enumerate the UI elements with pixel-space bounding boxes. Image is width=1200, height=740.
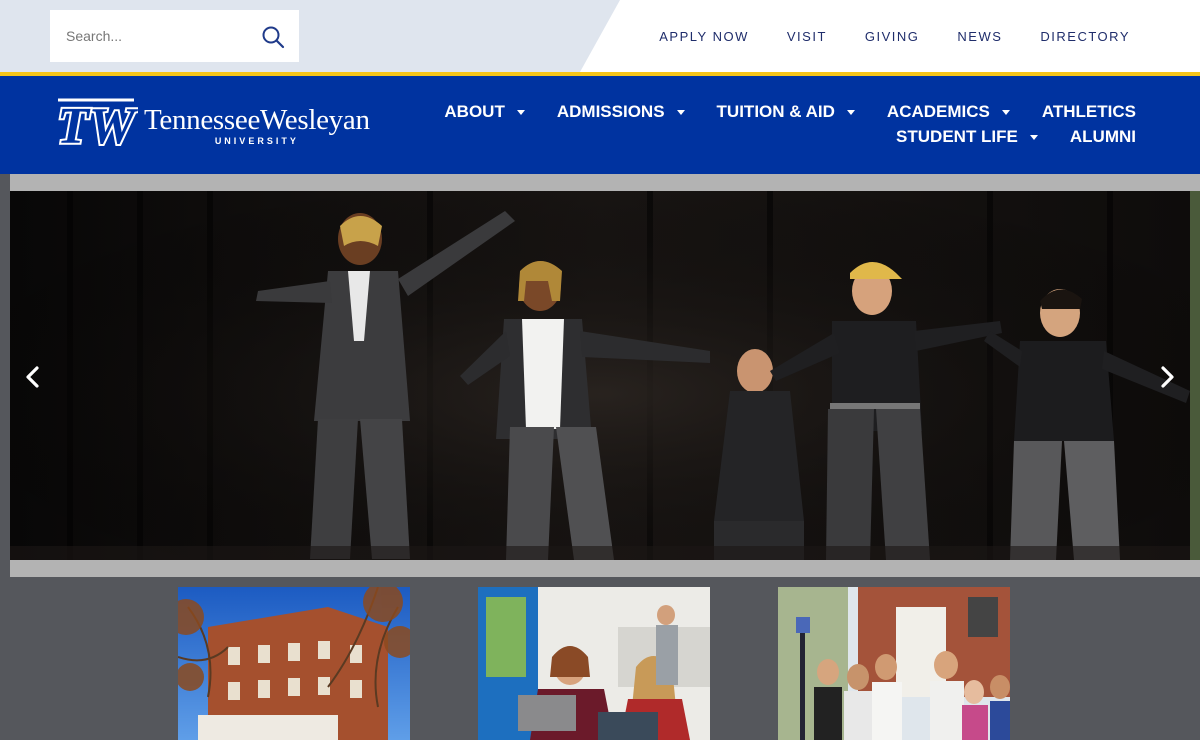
nav-tuition-aid[interactable]: TUITION & AID [717,102,855,122]
utility-nav: APPLY NOW VISIT GIVING NEWS DIRECTORY [659,0,1130,72]
chevron-left-icon[interactable] [18,362,48,392]
search-icon[interactable] [260,24,286,50]
feature-card-campus[interactable] [178,587,410,740]
nav-alumni-label: ALUMNI [1069,127,1136,146]
caret-down-icon [676,109,685,115]
nav-tuition-aid-label: TUITION & AID [716,102,835,121]
nav-about-label: ABOUT [444,102,505,121]
caret-down-icon [846,109,855,115]
nav-admissions[interactable]: ADMISSIONS [557,102,685,122]
news-link[interactable]: NEWS [957,29,1002,44]
students-outdoors-photo [778,587,1010,740]
tw-monogram-logo: TW [55,96,138,155]
nav-academics-label: ACADEMICS [886,102,990,121]
utility-bar: APPLY NOW VISIT GIVING NEWS DIRECTORY [0,0,1200,72]
directory-link[interactable]: DIRECTORY [1040,29,1130,44]
main-header: TW TennesseeWesleyan UNIVERSITY ABOUT AD… [0,76,1200,174]
main-nav-row-1: ABOUT ADMISSIONS TUITION & AID ACADEMICS… [412,102,1136,122]
hero-photo [10,191,1190,560]
caret-down-icon [516,109,525,115]
next-slide-peek [1190,191,1200,560]
nav-athletics-label: ATHLETICS [1041,102,1136,121]
logo-wordmark: TennesseeWesleyan UNIVERSITY [144,105,370,146]
search-input[interactable] [50,10,250,62]
feature-card-classroom[interactable] [478,587,710,740]
students-classroom-photo [478,587,710,740]
nav-alumni[interactable]: ALUMNI [1070,127,1136,147]
nav-student-life-label: STUDENT LIFE [896,127,1018,146]
caret-down-icon [1029,134,1038,140]
nav-about[interactable]: ABOUT [444,102,525,122]
giving-link[interactable]: GIVING [865,29,920,44]
visit-link[interactable]: VISIT [787,29,827,44]
feature-card-student-life[interactable] [778,587,1010,740]
hero-slide-image [10,191,1190,560]
chevron-right-icon[interactable] [1152,362,1182,392]
nav-admissions-label: ADMISSIONS [556,102,665,121]
logo-name: TennesseeWesleyan [144,103,370,136]
university-logo[interactable]: TW TennesseeWesleyan UNIVERSITY [54,94,370,156]
main-nav-row-2: STUDENT LIFE ALUMNI [864,127,1136,147]
feature-cards [0,577,1200,740]
nav-academics[interactable]: ACADEMICS [887,102,1010,122]
svg-text:TW: TW [57,98,138,155]
apply-now-link[interactable]: APPLY NOW [659,29,749,44]
campus-building-photo [178,587,410,740]
nav-student-life[interactable]: STUDENT LIFE [896,127,1038,147]
logo-subtitle: UNIVERSITY [214,135,299,146]
caret-down-icon [1001,109,1010,115]
nav-athletics[interactable]: ATHLETICS [1042,102,1136,122]
search-box [50,10,299,62]
